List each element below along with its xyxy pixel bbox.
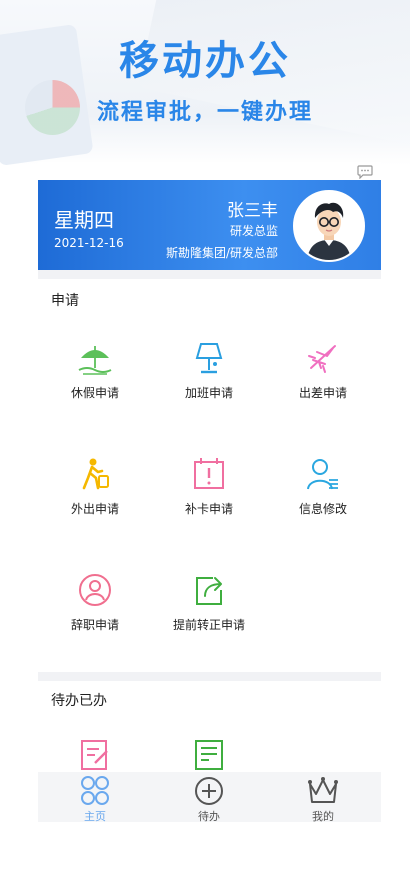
punch-card-apply-button[interactable]: 补卡申请	[152, 456, 266, 556]
apply-section-title: 申请	[51, 293, 79, 309]
user-edit-icon	[307, 459, 338, 490]
top-strip	[38, 162, 381, 180]
user-position: 研发总监	[229, 224, 278, 238]
airplane-icon	[308, 345, 336, 373]
leave-apply-button[interactable]: 休假申请	[38, 340, 152, 440]
user-circle-icon	[79, 574, 111, 606]
resign-apply-button[interactable]: 辞职申请	[38, 572, 152, 672]
overtime-apply-label: 加班申请	[184, 386, 233, 400]
divider	[38, 672, 381, 681]
desk-lamp-icon	[195, 343, 223, 374]
tab-home-label: 主页	[84, 810, 106, 822]
business-trip-apply-button[interactable]: 出差申请	[266, 340, 380, 440]
tab-mine-label: 我的	[312, 810, 334, 822]
umbrella-icon	[78, 346, 112, 375]
resign-apply-label: 辞职申请	[70, 618, 119, 632]
tab-home[interactable]: 主页	[38, 772, 152, 822]
weekday-text: 星期四	[54, 208, 114, 232]
early-regularization-label: 提前转正申请	[172, 618, 245, 632]
business-trip-apply-label: 出差申请	[298, 386, 347, 400]
home-clover-icon	[81, 776, 109, 805]
tab-todo-label: 待办	[198, 810, 220, 822]
todo-section-title: 待办已办	[51, 693, 107, 709]
divider	[38, 270, 381, 279]
tab-todo[interactable]: 待办	[152, 772, 266, 822]
crown-icon	[308, 777, 338, 803]
promo-subtitle: 流程审批，一键办理	[96, 100, 313, 125]
promo-header: 移动办公 流程审批，一键办理	[0, 0, 410, 165]
done-list-icon	[195, 740, 223, 770]
punch-card-apply-label: 补卡申请	[184, 502, 233, 516]
date-text: 2021-12-16	[54, 236, 124, 250]
user-organization: 斯勘隆集团/研发总部	[165, 246, 278, 260]
user-info-card[interactable]: 星期四 2021-12-16 张三丰 研发总监 斯勘隆集团/研发总部	[38, 180, 381, 270]
avatar-person-icon	[295, 192, 363, 260]
todo-edit-icon	[81, 740, 108, 770]
tab-mine[interactable]: 我的	[266, 772, 380, 822]
done-item-button[interactable]	[152, 737, 266, 777]
todo-item-button[interactable]	[38, 737, 152, 777]
go-out-apply-button[interactable]: 外出申请	[38, 456, 152, 556]
avatar[interactable]	[293, 190, 365, 262]
info-edit-label: 信息修改	[298, 502, 347, 516]
early-regularization-button[interactable]: 提前转正申请	[152, 572, 266, 672]
calendar-check-icon	[194, 458, 224, 489]
user-name: 张三丰	[227, 201, 278, 221]
promo-title: 移动办公	[119, 38, 291, 84]
leave-apply-label: 休假申请	[70, 386, 119, 400]
bottom-tab-bar: 主页 待办 我的	[38, 772, 381, 822]
app-screen: 星期四 2021-12-16 张三丰 研发总监 斯勘隆集团/研发总部 申请 休假…	[38, 162, 381, 822]
go-out-apply-label: 外出申请	[70, 502, 119, 516]
info-edit-button[interactable]: 信息修改	[266, 456, 380, 556]
walking-person-icon	[82, 458, 109, 490]
plus-circle-icon	[195, 777, 223, 805]
share-arrow-icon	[196, 577, 222, 605]
overtime-apply-button[interactable]: 加班申请	[152, 340, 266, 440]
